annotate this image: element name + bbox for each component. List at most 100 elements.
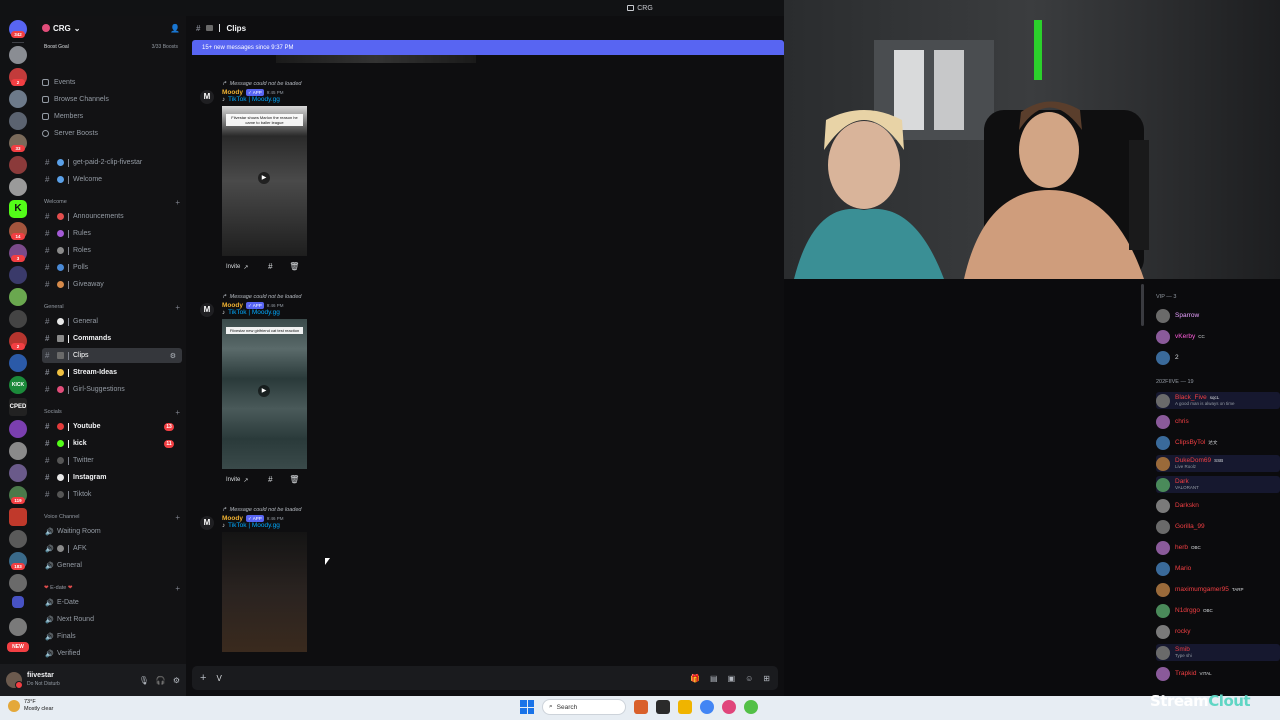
avatar[interactable] — [1156, 561, 1170, 576]
server-icon[interactable] — [9, 420, 27, 438]
gif-icon[interactable]: ▤ — [710, 674, 718, 683]
add-channel-icon[interactable]: + — [175, 513, 180, 522]
add-attachment-icon[interactable]: + — [200, 672, 206, 684]
video-thumbnail[interactable]: Fiivestar shows Marlon the reason he cam… — [222, 106, 307, 256]
play-icon[interactable]: ▶ — [258, 172, 270, 184]
crped-server-icon[interactable]: CPED — [9, 398, 27, 416]
nav-server-boosts[interactable]: Server Boosts — [42, 126, 98, 141]
browser-icon[interactable] — [722, 700, 736, 714]
member-item[interactable]: chris — [1156, 413, 1280, 430]
nav-events[interactable]: Events — [42, 75, 75, 90]
category-welcome[interactable]: Welcome + — [44, 196, 180, 208]
add-channel-icon[interactable]: + — [175, 408, 180, 417]
invite-button[interactable]: Invite ↗ — [222, 261, 252, 273]
server-icon[interactable]: 33 — [9, 134, 27, 152]
server-icon[interactable] — [9, 156, 27, 174]
channel-polls[interactable]: # Polls — [42, 260, 182, 275]
member-item[interactable]: Black_Five sqcL A good man is always on ti… — [1156, 392, 1280, 409]
add-channel-icon[interactable]: + — [175, 584, 180, 593]
avatar[interactable] — [1156, 414, 1170, 429]
avatar[interactable] — [1156, 329, 1170, 344]
add-member-icon[interactable]: 👤 — [170, 24, 180, 33]
server-icon[interactable] — [9, 618, 27, 636]
avatar[interactable] — [1156, 666, 1170, 681]
boost-goal[interactable]: Boost Goal 3/33 Boosts — [40, 40, 182, 54]
member-item[interactable]: Trapkid VITAL — [1156, 665, 1280, 682]
user-info[interactable]: fiivestar Do Not Disturb — [27, 672, 60, 688]
scrollbar[interactable] — [1141, 284, 1144, 326]
member-item[interactable]: Darkskn — [1156, 497, 1280, 514]
channel-roles[interactable]: # Roles — [42, 243, 182, 258]
video-thumbnail[interactable] — [222, 532, 307, 652]
server-icon[interactable] — [9, 508, 27, 526]
avatar[interactable]: M — [200, 516, 214, 530]
server-icon[interactable] — [9, 288, 27, 306]
server-icon[interactable] — [9, 530, 27, 548]
emoji-icon[interactable]: ☺ — [745, 674, 753, 683]
channel-giveaway[interactable]: # Giveaway — [42, 277, 182, 292]
member-item[interactable]: 2 — [1156, 349, 1280, 366]
hashtag-button[interactable]: # — [264, 474, 276, 486]
file-explorer-icon[interactable] — [678, 700, 692, 714]
task-view-icon[interactable] — [656, 700, 670, 714]
reply-reference[interactable]: ↱ Message could not be loaded — [222, 78, 700, 89]
nav-browse-channels[interactable]: Browse Channels — [42, 92, 109, 107]
channel-welcome[interactable]: # Welcome — [42, 172, 182, 187]
channel-announcements[interactable]: # Announcements — [42, 209, 182, 224]
server-icon[interactable]: 2 — [9, 68, 27, 86]
channel-get-paid[interactable]: # get-paid-2-clip-fivestar — [42, 155, 182, 170]
member-item[interactable]: rocky — [1156, 623, 1280, 640]
apps-icon[interactable]: ⊞ — [763, 674, 770, 683]
voice-verified[interactable]: 🔊 Verified — [42, 646, 182, 661]
channel-stream-ideas[interactable]: # Stream-Ideas — [42, 365, 182, 380]
reply-reference[interactable]: ↱ Message could not be loaded — [222, 291, 700, 302]
channel-instagram[interactable]: # Instagram — [42, 470, 182, 485]
home-button[interactable]: 342 — [9, 20, 27, 38]
kick-server-icon[interactable]: K — [9, 200, 27, 218]
member-item[interactable]: ClipsByTol 达文 — [1156, 434, 1280, 451]
nav-members[interactable]: Members — [42, 109, 83, 124]
avatar[interactable] — [1156, 350, 1170, 365]
chrome-icon[interactable] — [700, 700, 714, 714]
sticker-icon[interactable]: ▣ — [728, 674, 736, 683]
voice-general[interactable]: 🔊 General — [42, 558, 182, 573]
weather-widget[interactable]: 73°F Mostly clear — [8, 699, 53, 713]
server-icon[interactable]: 119 — [9, 486, 27, 504]
channel-tiktok[interactable]: # Tiktok — [42, 487, 182, 502]
reply-reference[interactable]: ↱ Message could not be loaded — [222, 504, 700, 515]
server-icon[interactable] — [9, 464, 27, 482]
member-item[interactable]: Mario — [1156, 560, 1280, 577]
play-icon[interactable]: ▶ — [258, 385, 270, 397]
avatar[interactable] — [1156, 540, 1170, 555]
channel-rules[interactable]: # Rules — [42, 226, 182, 241]
server-icon[interactable] — [9, 46, 27, 64]
server-icon[interactable] — [9, 310, 27, 328]
avatar[interactable] — [1156, 308, 1170, 323]
gift-icon[interactable]: 🎁 — [690, 674, 700, 683]
video-thumbnail[interactable]: Fiivestar new girlfriend cat test reacti… — [222, 319, 307, 469]
avatar[interactable] — [1156, 393, 1170, 408]
folder-icon[interactable] — [12, 596, 24, 608]
avatar[interactable]: M — [200, 303, 214, 317]
server-icon[interactable] — [9, 354, 27, 372]
avatar[interactable] — [6, 672, 23, 689]
hashtag-button[interactable]: # — [264, 261, 276, 273]
voice-waiting-room[interactable]: 🔊 Waiting Room — [42, 524, 182, 539]
member-item[interactable]: Sparrow — [1156, 307, 1280, 324]
member-item[interactable]: N1drggo OBC — [1156, 602, 1280, 619]
author-name[interactable]: Moody — [222, 89, 243, 96]
channel-clips[interactable]: # Clips ⚙ — [42, 348, 182, 363]
avatar[interactable]: M — [200, 90, 214, 104]
kick-app-icon[interactable] — [744, 700, 758, 714]
avatar[interactable] — [1156, 456, 1170, 471]
message-composer[interactable]: + V 🎁 ▤ ▣ ☺ ⊞ — [192, 666, 778, 690]
category-voice[interactable]: Voice Channel + — [44, 511, 180, 523]
add-channel-icon[interactable]: + — [175, 198, 180, 207]
server-icon[interactable] — [9, 266, 27, 284]
server-icon[interactable] — [9, 112, 27, 130]
tiktok-link[interactable]: ♪ TikTok | Moody.gg — [222, 96, 700, 103]
tiktok-link[interactable]: ♪ TikTok | Moody.gg — [222, 522, 700, 529]
member-item[interactable]: Smib Type shi — [1156, 644, 1280, 661]
category-edate[interactable]: ❤ E-date ❤ + — [44, 582, 180, 594]
new-messages-banner[interactable]: 15+ new messages since 9:37 PM — [192, 40, 784, 55]
